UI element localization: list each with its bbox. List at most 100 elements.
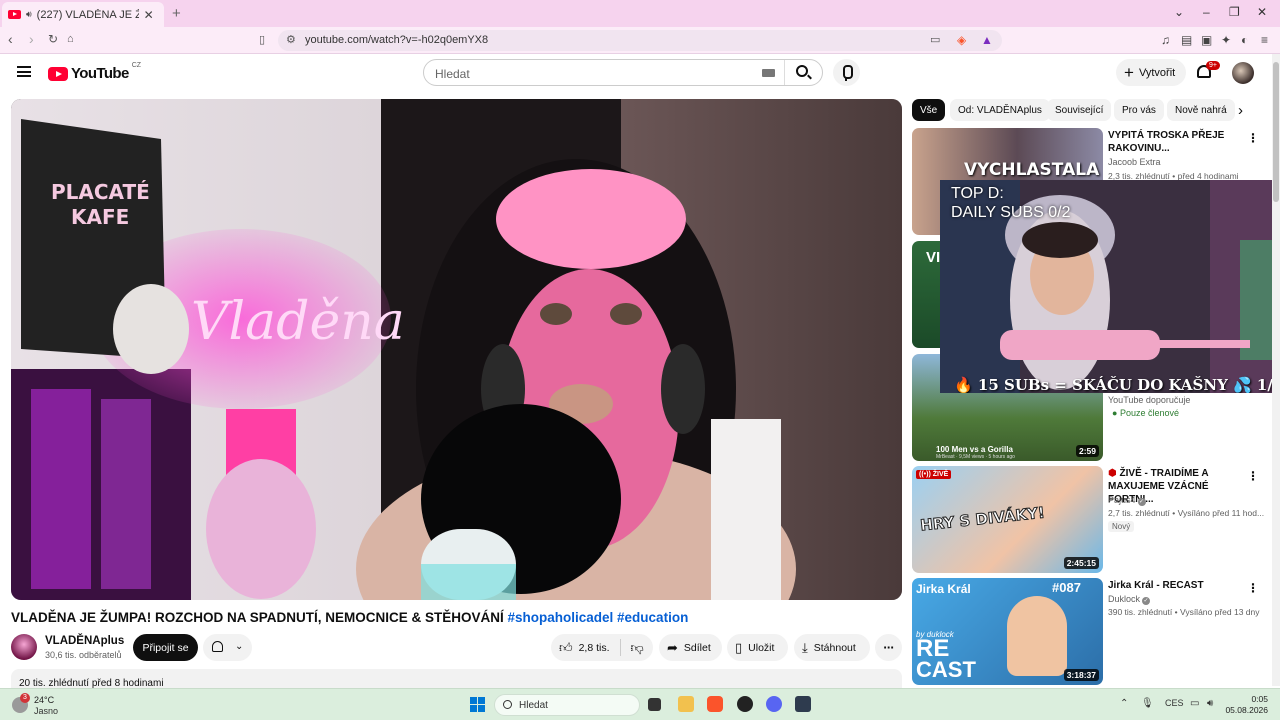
channel-name[interactable]: VLADĚNAplus [45,635,124,647]
coffee-bag-text-2: KAFE [71,205,129,229]
filter-chips: Vše Od: VLADĚNAplus Související Pro vás … [912,99,1252,121]
rec-channel[interactable]: YouTube doporučuje [1108,395,1190,405]
chip-from-channel[interactable]: Od: VLADĚNAplus [950,99,1050,121]
search-divider [784,60,785,85]
wallet-icon[interactable]: ▣ [1201,33,1212,47]
rec-title[interactable]: VYPITÁ TROSKA PŘEJE RAKOVINU... [1108,129,1238,155]
description-box[interactable]: 20 tis. zhlédnutí před 8 hodinami [11,669,902,689]
more-actions-button[interactable]: ⋯ [875,634,902,661]
rec-meta: 2,7 tis. zhlédnutí • Vysíláno před 11 ho… [1108,508,1265,518]
chip-related[interactable]: Související [1047,99,1112,121]
browser-toolbar: ‹ › ↻ ⌂ ▯ ⚙ youtube.com/watch?v=-h02q0em… [0,27,1280,54]
video-thumbnail[interactable]: ((•)) ŽIVĚ HRY S DIVÁKY! 2:45:15 [912,466,1103,573]
search-icon[interactable] [796,65,808,77]
microphone-icon[interactable]: 🎙︎ [1141,698,1154,709]
download-button[interactable]: ⤓ Stáhnout [794,634,870,661]
hamburger-menu-icon[interactable] [17,66,31,77]
bookmark-icon[interactable]: ▯ [259,33,265,46]
rec-channel-name: Duklock [1108,594,1141,604]
video-hashtags[interactable]: #shopaholicadel #education [508,610,689,625]
chevron-right-icon[interactable]: › [1238,102,1243,119]
more-options-icon[interactable]: ⋮ [1247,581,1259,595]
tab-close-icon[interactable]: ✕ [144,8,154,22]
tab-search-icon[interactable]: ⌄ [1174,5,1184,19]
new-tab-button[interactable]: + [172,5,181,22]
discord-icon[interactable] [766,696,782,712]
brave-rewards-icon[interactable]: ▲ [981,33,993,47]
chip-for-you[interactable]: Pro vás [1114,99,1164,121]
more-icon: ⋯ [883,641,894,654]
members-only-label: Pouze členové [1119,408,1179,418]
chip-recently-uploaded[interactable]: Nově nahrá [1167,99,1235,121]
join-button[interactable]: Připojit se [133,634,198,661]
create-button[interactable]: + Vytvořit [1116,59,1186,86]
user-avatar[interactable] [1232,62,1254,84]
home-icon[interactable]: ⌂ [67,33,74,45]
brave-browser-icon[interactable] [707,696,723,712]
rec-channel[interactable]: Pajus4 ✓ [1108,495,1146,506]
download-icon: ⤓ [802,639,808,655]
language-indicator[interactable]: CES [1165,698,1184,708]
system-clock[interactable]: 0:05 05.08.2026 [1220,694,1268,716]
task-view-icon[interactable] [648,698,661,711]
plus-icon: + [1124,63,1134,82]
more-options-icon[interactable]: ⋮ [1247,131,1259,145]
save-button[interactable]: ▯ Uložit [727,634,788,661]
leo-ai-icon[interactable]: ✦ [1221,33,1231,47]
site-info-icon[interactable]: ⚙ [286,33,296,46]
keyboard-icon[interactable] [762,69,775,77]
list-item[interactable]: ((•)) ŽIVĚ HRY S DIVÁKY! 2:45:15 ⬢ ŽIVĚ … [912,466,1264,573]
list-item[interactable]: Jirka Král #087 by duklock RE CAST 3:18:… [912,578,1260,685]
video-thumbnail[interactable]: Jirka Král #087 by duklock RE CAST 3:18:… [912,578,1103,685]
create-label: Vytvořit [1138,66,1176,79]
scrollbar-thumb[interactable] [1273,62,1279,202]
youtube-logo[interactable]: YouTube CZ [48,62,141,82]
share-icon: ➦ [667,639,678,655]
tray-chevron-icon[interactable]: ⌃ [1120,698,1128,709]
video-title-text: VLADĚNA JE ŽUMPA! ROZCHOD NA SPADNUTÍ, N… [11,610,508,625]
like-icon[interactable]: 👍︎ [559,640,573,656]
vpn-icon[interactable]: ◐ [1241,33,1248,47]
browser-tab[interactable]: 🔊︎ (227) VLADĚNA JE ŽUMPA! RO ✕ [2,2,164,27]
video-frame: Vladěna PLACATÉ KAFE [11,99,902,600]
weather-desc: Jasno [34,706,59,716]
video-player[interactable]: Vladěna PLACATÉ KAFE [11,99,902,600]
sidebar-icon[interactable]: ▤ [1181,33,1192,47]
brave-shields-icon[interactable]: ◈ [957,33,966,47]
maximize-button[interactable]: ❐ [1229,5,1240,19]
back-icon[interactable]: ‹ [8,31,13,47]
forward-icon[interactable]: › [29,31,34,47]
youtube-play-icon [48,66,68,81]
volume-icon[interactable]: 🔊︎ [1207,698,1213,709]
like-dislike-group: 👍︎ 2,8 tis. 👎︎ [551,634,653,661]
cast-icon[interactable]: ▭ [930,33,940,46]
page-scrollbar[interactable] [1272,54,1280,686]
share-button[interactable]: ➦ Sdílet [659,634,722,661]
file-explorer-icon[interactable] [678,696,694,712]
rec-title[interactable]: Jirka Král - RECAST [1108,579,1238,592]
app-icon[interactable] [795,696,811,712]
windows-start-icon[interactable] [470,697,485,712]
close-window-button[interactable]: ✕ [1257,5,1267,19]
live-dot-icon: ⬢ [1108,468,1117,479]
dislike-icon[interactable]: 👎︎ [631,640,644,656]
music-icon[interactable]: ♫ [1161,33,1170,47]
clock-time: 0:05 [1251,694,1268,704]
minimize-button[interactable]: – [1203,5,1210,19]
reload-icon[interactable]: ↻ [48,32,58,46]
rec-channel[interactable]: Duklock ✓ [1108,594,1151,605]
notification-settings-button[interactable]: ⌄ [203,634,252,661]
search-box[interactable]: Hledat [423,59,823,86]
more-options-icon[interactable]: ⋮ [1247,469,1259,483]
voice-search-icon[interactable] [833,59,860,86]
address-bar[interactable]: ⚙ youtube.com/watch?v=-h02q0emYX8 ▭ [278,30,1002,51]
rec-channel[interactable]: Jacoob Extra [1108,157,1161,167]
obs-icon[interactable] [737,696,753,712]
network-icon[interactable]: ▭ [1190,698,1199,709]
taskbar-search[interactable]: Hledat [494,694,640,716]
picture-in-picture-overlay[interactable]: TOP D: DAILY SUBS 0/2 🔥 15 SUBs = SKÁČU … [940,180,1280,393]
chip-all[interactable]: Vše [912,99,946,121]
channel-avatar[interactable] [11,634,37,660]
menu-icon[interactable]: ≡ [1261,33,1268,47]
like-count[interactable]: 2,8 tis. [579,642,610,654]
